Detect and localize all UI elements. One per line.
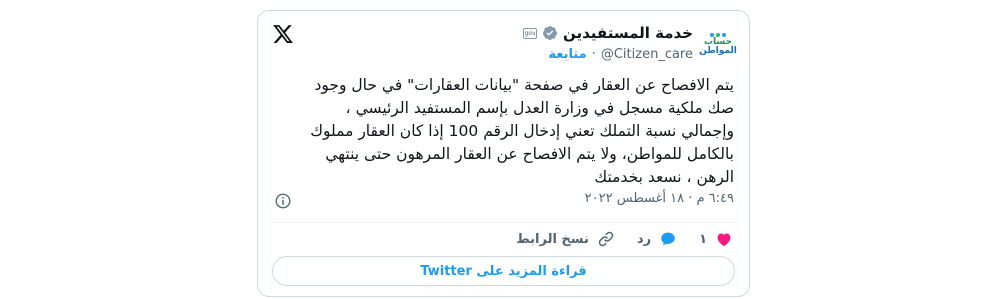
- like-button[interactable]: ١: [699, 230, 733, 248]
- sub-row: متابعة · @Citizen_care: [548, 47, 693, 62]
- government-badge-icon: gov: [522, 27, 537, 39]
- tweet-timestamp[interactable]: ٦:٤٩ م · ١٨ أغسطس ٢٠٢٢: [585, 191, 734, 206]
- copy-link-button[interactable]: نسخ الرابط: [516, 230, 615, 248]
- action-bar: ١ رد نسخ الرابط: [516, 230, 733, 248]
- tweet-card: حساب المواطن خدمة المستفيدين gov متابعة …: [257, 10, 750, 297]
- copy-link-label: نسخ الرابط: [516, 231, 589, 247]
- logo-dots: [710, 32, 726, 37]
- read-more-button[interactable]: قراءة المزيد على Twitter: [272, 256, 735, 286]
- like-count: ١: [699, 231, 707, 247]
- tweet-meta: ٦:٤٩ م · ١٨ أغسطس ٢٠٢٢: [585, 191, 734, 206]
- follow-button[interactable]: متابعة: [548, 47, 586, 62]
- reply-label: رد: [636, 231, 652, 247]
- x-logo-icon[interactable]: [272, 23, 294, 45]
- account-handle[interactable]: @Citizen_care: [601, 47, 693, 62]
- account-name[interactable]: خدمة المستفيدين: [563, 24, 693, 42]
- name-row: خدمة المستفيدين gov: [522, 24, 693, 42]
- link-icon: [598, 231, 614, 247]
- divider: [272, 222, 735, 223]
- heart-icon: [717, 233, 731, 247]
- avatar[interactable]: حساب المواطن: [699, 27, 737, 61]
- verified-badge-icon: [542, 26, 557, 40]
- separator: ·: [591, 47, 596, 62]
- reply-button[interactable]: رد: [637, 230, 677, 248]
- info-icon[interactable]: [274, 192, 292, 210]
- logo-line2: المواطن: [699, 45, 737, 56]
- tweet-text: يتم الافصاح عن العقار في صفحة "بيانات ال…: [310, 76, 734, 186]
- reply-bubble-icon: [661, 232, 675, 246]
